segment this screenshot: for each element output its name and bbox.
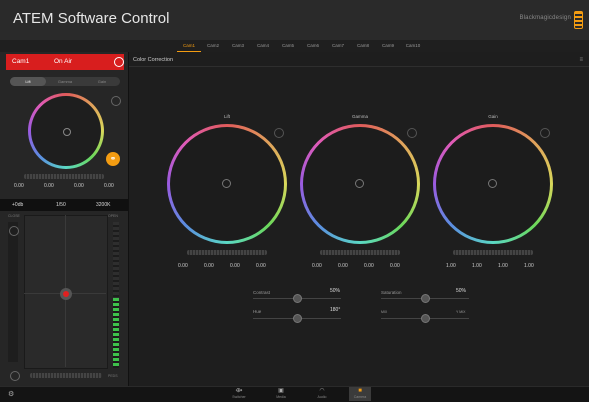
gain-color-wheel[interactable] [433, 124, 553, 244]
subtab-gain[interactable]: Gain [84, 77, 120, 86]
gain-value[interactable]: +0db [12, 202, 23, 208]
tab-cam6[interactable]: Cam6 [301, 40, 325, 51]
nav-media-label: Media [276, 395, 286, 399]
contrast-knob[interactable] [293, 294, 302, 303]
wheel-value-y: 0.00 [14, 183, 24, 189]
gamma-value-y: 0.00 [312, 263, 322, 269]
lift-value-b: 0.00 [256, 263, 266, 269]
tab-cam8[interactable]: Cam8 [351, 40, 375, 51]
gamma-color-wheel[interactable] [300, 124, 420, 244]
gamma-crosshair-icon[interactable] [355, 179, 364, 188]
camera-name: Cam1 [12, 58, 30, 65]
hue-label: Hue [253, 309, 262, 314]
color-correction-header [129, 54, 589, 67]
contrast-label: Contrast [253, 290, 271, 295]
nav-switcher[interactable]: ⟴ Switcher [228, 387, 250, 401]
nav-camera[interactable]: ■ Camera [349, 387, 371, 401]
saturation-knob[interactable] [421, 294, 430, 303]
wheel-reset-icon[interactable] [111, 96, 121, 106]
gamma-reset-icon[interactable] [407, 128, 417, 138]
gain-value-g: 1.00 [498, 263, 508, 269]
brand-logo-icon [574, 11, 583, 29]
iris-label: CLOSE [8, 214, 20, 218]
audio-icon: ◠ [319, 388, 325, 394]
lift-color-wheel[interactable] [167, 124, 287, 244]
nav-media[interactable]: ▣ Media [270, 387, 292, 401]
lift-reset-icon[interactable] [274, 128, 284, 138]
gamma-master-slider[interactable] [320, 250, 400, 255]
saturation-value: 50% [456, 288, 467, 294]
settings-gear-icon[interactable]: ⚙ [8, 390, 14, 398]
camera-icon: ■ [358, 388, 362, 394]
hue-value: 180° [330, 307, 341, 313]
lift-label: Lift [223, 114, 230, 119]
gain-value-y: 1.00 [446, 263, 456, 269]
focus-label: OPEN [108, 214, 118, 218]
mix-label: MIX [381, 310, 388, 314]
tab-cam10[interactable]: Cam10 [401, 40, 425, 51]
tab-cam1[interactable]: Cam1 [177, 40, 201, 52]
tab-cam4[interactable]: Cam4 [251, 40, 275, 51]
tab-cam5[interactable]: Cam5 [276, 40, 300, 51]
wheel-value-b: 0.00 [104, 183, 114, 189]
gain-master-slider[interactable] [453, 250, 533, 255]
onair-label: On Air [54, 58, 73, 65]
subtab-lift[interactable]: Lift [10, 77, 46, 86]
onair-header: Cam1 On Air [6, 54, 124, 70]
wheel-crosshair-icon[interactable] [63, 128, 71, 136]
camera-status-row: +0db 1/50 3200K [0, 199, 128, 211]
tab-cam3[interactable]: Cam3 [226, 40, 250, 51]
gain-reset-icon[interactable] [540, 128, 550, 138]
color-wheels-icon[interactable]: ⚭ [106, 152, 120, 166]
wheel-value-r: 0.00 [44, 183, 54, 189]
gain-crosshair-icon[interactable] [488, 179, 497, 188]
iris-knob-icon[interactable] [9, 226, 19, 236]
mix-value-label: Y MIX [456, 310, 466, 314]
lift-value-r: 0.00 [204, 263, 214, 269]
joystick-handle[interactable] [60, 288, 72, 300]
iris-slider[interactable] [8, 222, 18, 362]
white-balance-value[interactable]: 3200K [96, 202, 110, 208]
media-icon: ▣ [278, 388, 284, 394]
gain-value-b: 1.00 [524, 263, 534, 269]
app-title: ATEM Software Control [13, 10, 170, 27]
bottom-nav-bar [0, 386, 589, 402]
auto-iris-icon[interactable] [10, 371, 20, 381]
lift-value-y: 0.00 [178, 263, 188, 269]
tab-cam7[interactable]: Cam7 [326, 40, 350, 51]
wheel-value-g: 0.00 [74, 183, 84, 189]
gain-value-r: 1.00 [472, 263, 482, 269]
tab-cam2[interactable]: Cam2 [201, 40, 225, 51]
subtab-gamma[interactable]: Gamma [47, 77, 83, 86]
peds-label: PEDS [108, 374, 118, 378]
lift-value-g: 0.00 [230, 263, 240, 269]
switcher-icon: ⟴ [235, 388, 243, 394]
gamma-value-g: 0.00 [364, 263, 374, 269]
contrast-value: 50% [330, 288, 341, 294]
menu-icon[interactable]: ≡ [579, 57, 583, 63]
brand-logo-text: Blackmagicdesign [519, 15, 571, 21]
tab-cam9[interactable]: Cam9 [376, 40, 400, 51]
gamma-value-b: 0.00 [390, 263, 400, 269]
gamma-label: Gamma [351, 114, 368, 119]
hue-knob[interactable] [293, 314, 302, 323]
camera-settings-icon[interactable] [114, 57, 124, 67]
focus-slider[interactable] [30, 373, 102, 378]
lift-master-slider[interactable] [187, 250, 267, 255]
nav-audio[interactable]: ◠ Audio [311, 387, 333, 401]
nav-audio-label: Audio [317, 395, 327, 399]
wheel-master-slider[interactable] [24, 174, 104, 179]
nav-camera-label: Camera [353, 395, 367, 399]
shutter-value[interactable]: 1/50 [56, 202, 66, 208]
gamma-value-r: 0.00 [338, 263, 348, 269]
saturation-label: Saturation [381, 290, 402, 295]
mix-knob[interactable] [421, 314, 430, 323]
nav-switcher-label: Switcher [232, 395, 246, 399]
color-correction-title: Color Correction [133, 57, 174, 63]
lift-crosshair-icon[interactable] [222, 179, 231, 188]
level-meter-fill [113, 298, 119, 368]
gain-label: Gain [488, 114, 498, 119]
